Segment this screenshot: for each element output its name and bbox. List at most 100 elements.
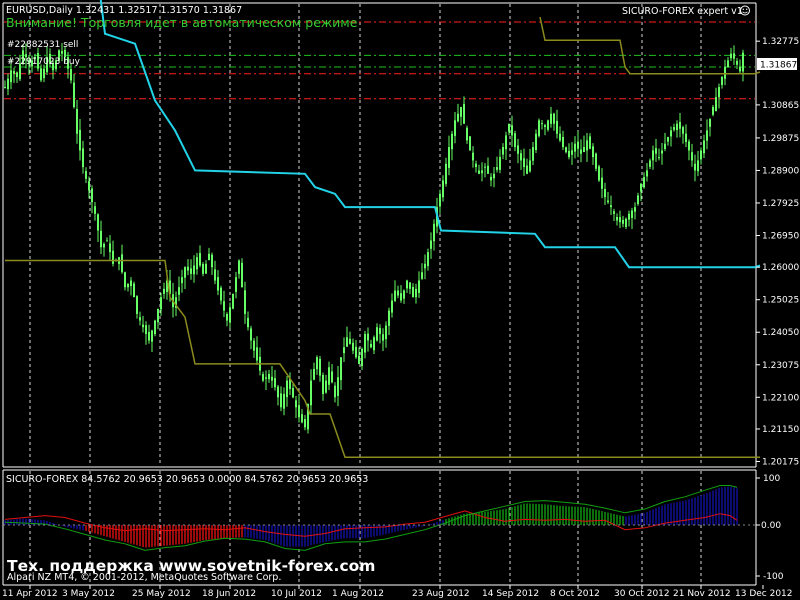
candle-body (451, 133, 453, 150)
candle-body (211, 254, 213, 268)
candle-body (328, 367, 330, 385)
auto-trading-warning: Внимание! Торговля идет в автоматическом… (6, 15, 358, 30)
price-label: 1.30865 (762, 101, 799, 111)
candle-body (535, 133, 537, 151)
candle-body (325, 380, 327, 393)
candle-body (469, 136, 471, 151)
candle-body (85, 171, 87, 179)
price-label: 1.27925 (762, 199, 799, 209)
candle-body (562, 136, 564, 148)
candle-body (142, 324, 144, 328)
candle-body (658, 157, 660, 159)
candle-body (364, 333, 366, 353)
candle-body (154, 320, 156, 335)
candle-body (40, 68, 42, 81)
price-label: 1.21150 (762, 425, 799, 435)
candle-body (220, 287, 222, 301)
candle-body (688, 141, 690, 151)
candle-body (589, 136, 591, 149)
current-price-label: 1.31867 (760, 61, 797, 71)
candle-body (313, 368, 315, 380)
candle-body (97, 214, 99, 231)
candle-body (4, 87, 6, 89)
candle-body (274, 378, 276, 388)
candle-body (673, 127, 675, 130)
price-label: 1.32775 (762, 37, 799, 47)
candle-body (112, 250, 114, 264)
candle-body (250, 328, 252, 341)
candle-body (433, 223, 435, 242)
candle-body (634, 207, 636, 212)
candle-body (652, 150, 654, 161)
candle-body (514, 133, 516, 148)
candle-body (130, 280, 132, 287)
candle-body (700, 150, 702, 160)
indicator-level-100: 100 (763, 474, 780, 484)
candle-body (322, 375, 324, 394)
candle-body (61, 51, 63, 54)
candle-body (460, 107, 462, 117)
candle-body (601, 177, 603, 189)
candle-body (730, 53, 732, 59)
candle-body (232, 293, 234, 309)
candle-body (604, 189, 606, 198)
candle-body (487, 165, 489, 174)
candle-body (424, 263, 426, 269)
candle-body (334, 385, 336, 398)
candle-body (127, 283, 129, 288)
candle-body (286, 380, 288, 398)
trading-chart[interactable]: 1.32775 1.30865 1.29875 1.28900 1.27925 1.269… (0, 0, 800, 600)
candle-body (316, 357, 318, 370)
candle-body (355, 346, 357, 358)
price-label: 1.26950 (762, 231, 799, 241)
candle-body (427, 252, 429, 267)
candle-body (133, 283, 135, 298)
candle-body (631, 210, 633, 218)
candle-body (208, 253, 210, 261)
candle-body (619, 217, 621, 223)
copyright: Alpari NZ MT4, © 2001-2012, MetaQuotes S… (7, 572, 281, 583)
candle-body (370, 343, 372, 348)
candle-body (379, 327, 381, 334)
candle-body (703, 140, 705, 154)
candle-body (382, 334, 384, 341)
candle-body (223, 301, 225, 311)
candle-body (184, 267, 186, 278)
candle-body (568, 150, 570, 158)
candle-body (403, 290, 405, 299)
candle-body (397, 290, 399, 296)
candle-body (277, 386, 279, 398)
candle-body (406, 280, 408, 289)
candle-body (640, 183, 642, 192)
candle-body (664, 143, 666, 149)
candle-body (244, 290, 246, 314)
candle-body (283, 393, 285, 409)
candle-body (547, 120, 549, 130)
candle-body (724, 67, 726, 79)
price-label: 1.23075 (762, 361, 799, 371)
candle-body (532, 147, 534, 161)
candle-body (139, 317, 141, 321)
candle-body (349, 338, 351, 344)
candle-body (586, 140, 588, 151)
candle-body (538, 120, 540, 136)
candle-body (103, 243, 105, 248)
candle-body (193, 265, 195, 275)
candle-body (550, 113, 552, 124)
candle-body (622, 219, 624, 224)
candle-body (643, 177, 645, 188)
candle-body (121, 254, 123, 273)
candle-body (721, 77, 723, 85)
candle-body (421, 272, 423, 279)
candle-body (247, 317, 249, 328)
candle-body (331, 371, 333, 383)
candle-body (496, 167, 498, 170)
candle-body (157, 308, 159, 323)
candle-body (544, 125, 546, 128)
candle-body (367, 333, 369, 341)
candle-body (253, 340, 255, 351)
candle-body (691, 152, 693, 161)
current-price-marker: 1.31867 (757, 58, 797, 71)
price-label: 1.28900 (762, 166, 799, 176)
candle-body (682, 127, 684, 134)
